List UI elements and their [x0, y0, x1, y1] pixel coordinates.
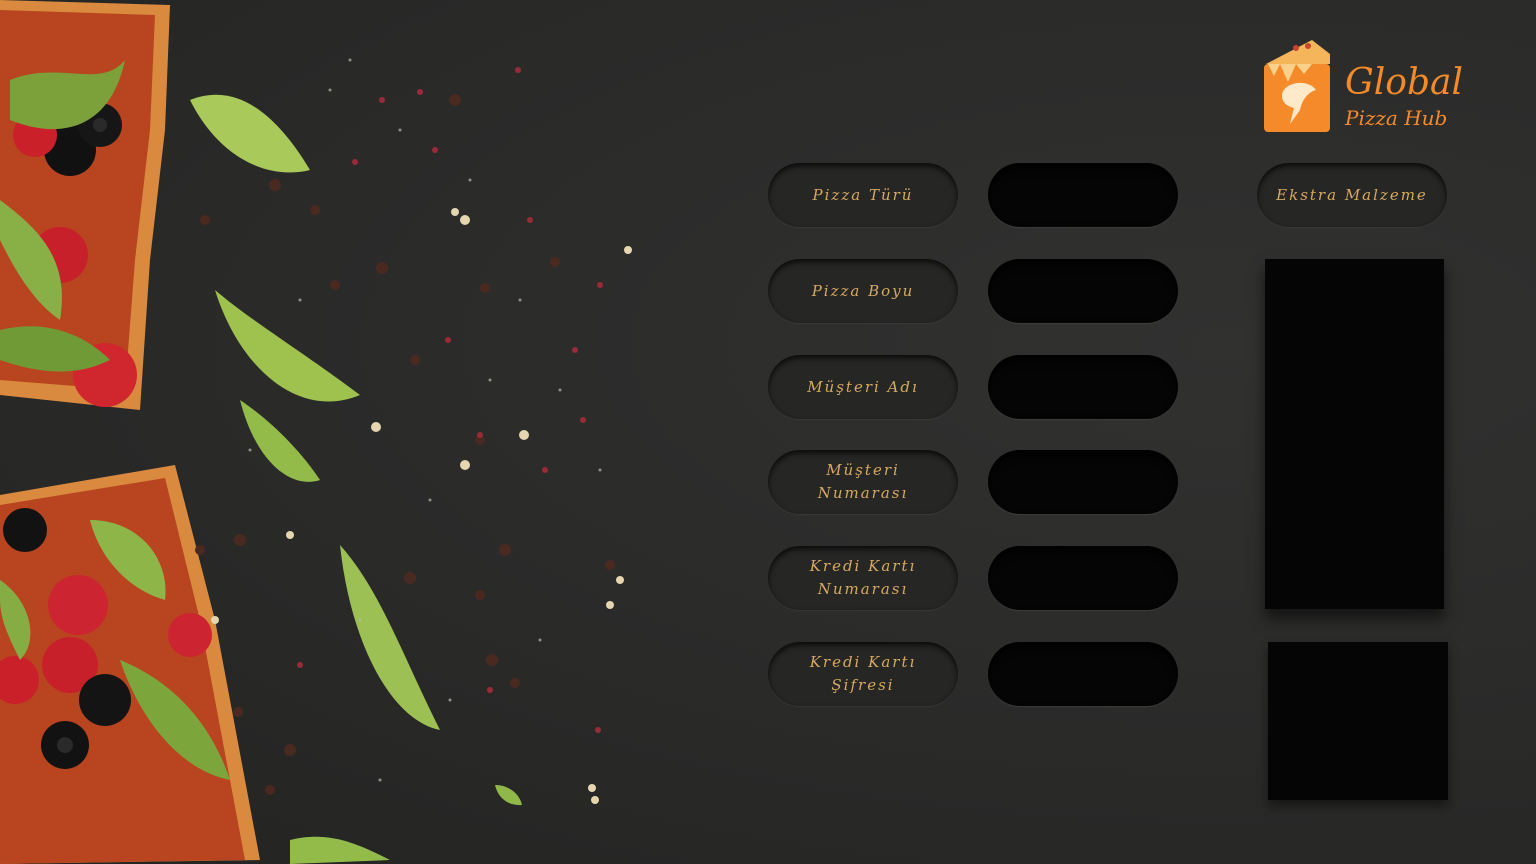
pizza-type-input[interactable]: [988, 163, 1178, 227]
label-customer-name: Müşteri Adı: [768, 355, 958, 419]
pizza-slice-logo-icon: [1264, 40, 1330, 132]
label-pizza-size: Pizza Boyu: [768, 259, 958, 323]
credit-card-number-input[interactable]: [988, 546, 1178, 610]
label-customer-number: Müşteri Numarası: [768, 450, 958, 514]
order-summary-panel[interactable]: [1268, 642, 1448, 800]
label-extra-toppings: Ekstra Malzeme: [1257, 163, 1447, 227]
customer-name-input[interactable]: [988, 355, 1178, 419]
pizza-background-art: [0, 0, 632, 864]
label-credit-card-number: Kredi Kartı Numarası: [768, 546, 958, 610]
credit-card-pin-input[interactable]: [988, 642, 1178, 706]
label-credit-card-pin: Kredi Kartı Şifresi: [768, 642, 958, 706]
brand-tagline: Pizza Hub: [1345, 106, 1448, 130]
extra-toppings-list[interactable]: [1265, 259, 1444, 609]
customer-number-input[interactable]: [988, 450, 1178, 514]
label-pizza-type: Pizza Türü: [768, 163, 958, 227]
global-pizza-hub-logo: Global Pizza Hub: [1260, 34, 1463, 138]
pizza-size-input[interactable]: [988, 259, 1178, 323]
brand-name: Global: [1345, 62, 1463, 103]
